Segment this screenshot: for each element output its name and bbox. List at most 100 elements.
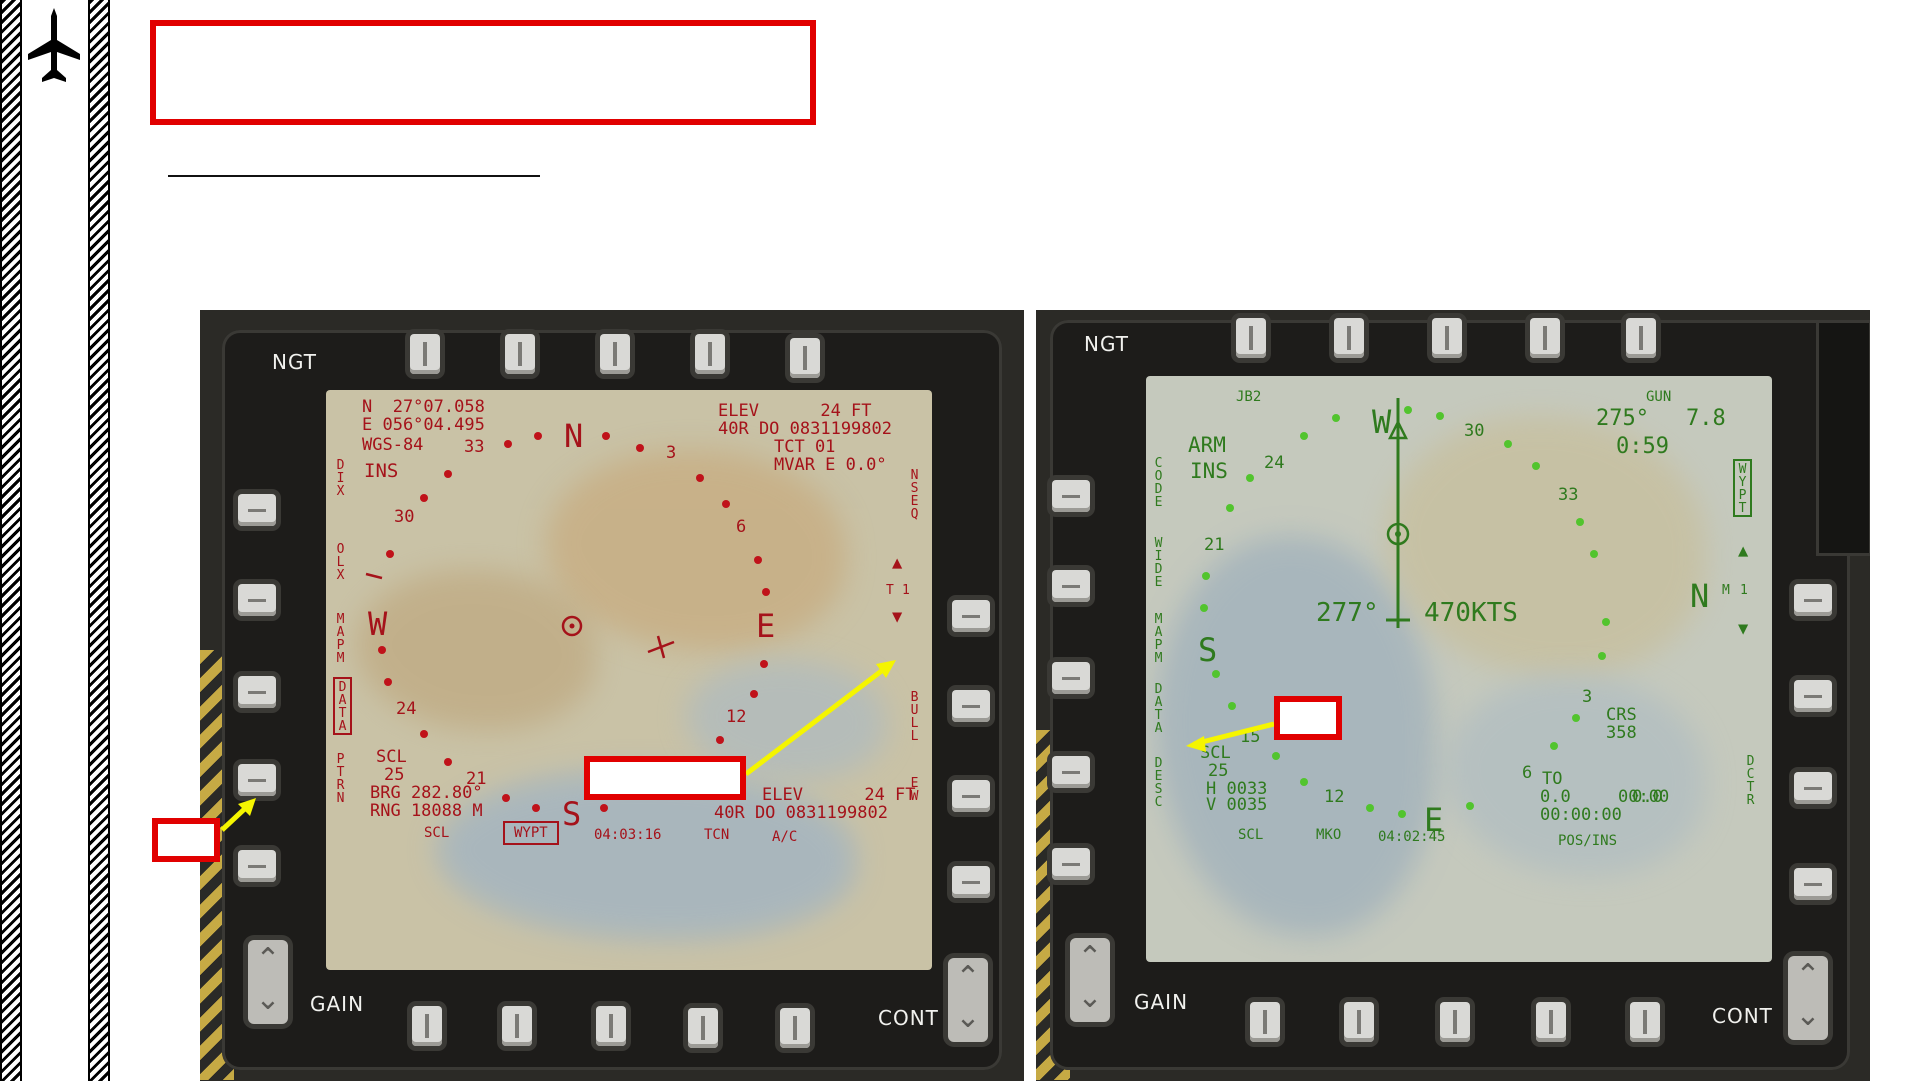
scl-value: 25 bbox=[1208, 761, 1229, 781]
osb-left-2[interactable] bbox=[238, 584, 276, 616]
rose-dot bbox=[1332, 414, 1340, 422]
cont-label: CONT bbox=[1712, 1004, 1773, 1028]
rose-dot bbox=[1602, 618, 1610, 626]
rose-dot bbox=[716, 736, 724, 744]
rose-dot bbox=[1300, 432, 1308, 440]
rose-dot bbox=[1366, 804, 1374, 812]
to-row-3: 00:00:00 bbox=[1540, 805, 1622, 825]
rose-dot bbox=[444, 758, 452, 766]
v-readout: V 0035 bbox=[1206, 795, 1268, 815]
rose-dot bbox=[1202, 572, 1210, 580]
osb-top-4[interactable] bbox=[695, 334, 725, 374]
osb-left-3[interactable] bbox=[238, 676, 276, 708]
osb-left-1[interactable] bbox=[238, 494, 276, 526]
osb-bottom-2[interactable] bbox=[502, 1006, 532, 1046]
rose-dot bbox=[1300, 778, 1308, 786]
osb-bottom-1[interactable] bbox=[412, 1006, 442, 1046]
tab-mko[interactable]: MKO bbox=[1316, 826, 1341, 844]
rose-dot bbox=[532, 804, 540, 812]
osb-left-data[interactable] bbox=[238, 764, 276, 796]
ngt-label: NGT bbox=[1084, 332, 1129, 356]
rose-dot bbox=[1590, 550, 1598, 558]
elev-readout-2: ELEV 24 FT bbox=[762, 785, 916, 805]
ngt-label: NGT bbox=[272, 350, 317, 374]
cont-rocker[interactable]: ⌃ ⌄ bbox=[948, 958, 988, 1042]
osb-right-4[interactable] bbox=[952, 866, 990, 898]
rose-dot bbox=[1398, 810, 1406, 818]
rose-dot bbox=[1466, 802, 1474, 810]
osb-right-2[interactable] bbox=[952, 690, 990, 722]
rose-dot bbox=[504, 440, 512, 448]
sidebar-hatch-right bbox=[88, 0, 110, 1081]
rose-dot bbox=[722, 500, 730, 508]
osb-left-1[interactable] bbox=[1052, 480, 1090, 512]
rose-dot bbox=[1246, 474, 1254, 482]
osb-top-5[interactable] bbox=[790, 338, 820, 378]
gain-label: GAIN bbox=[1134, 990, 1189, 1014]
osb-top-5[interactable] bbox=[1626, 318, 1656, 358]
rose-dot bbox=[386, 550, 394, 558]
osb-top-2[interactable] bbox=[505, 334, 535, 374]
osb-bottom-3[interactable] bbox=[1440, 1002, 1470, 1042]
rose-dot bbox=[1532, 462, 1540, 470]
osb-bottom-3[interactable] bbox=[596, 1006, 626, 1046]
tab-ac[interactable]: A/C bbox=[772, 828, 797, 846]
rose-dot bbox=[1572, 714, 1580, 722]
osb-bottom-2[interactable] bbox=[1344, 1002, 1374, 1042]
rose-dot bbox=[420, 730, 428, 738]
cont-rocker[interactable]: ⌃ ⌄ bbox=[1788, 956, 1828, 1040]
osb-top-2[interactable] bbox=[1334, 318, 1364, 358]
osb-left-5[interactable] bbox=[1052, 848, 1090, 880]
tab-clock: 04:02:45 bbox=[1378, 829, 1446, 845]
osb-bottom-1[interactable] bbox=[1250, 1002, 1280, 1042]
osb-top-4[interactable] bbox=[1530, 318, 1560, 358]
osb-top-1[interactable] bbox=[410, 334, 440, 374]
osb-bottom-5[interactable] bbox=[780, 1008, 810, 1048]
osb-top-3[interactable] bbox=[600, 334, 630, 374]
tab-pos-ins[interactable]: POS/INS bbox=[1558, 832, 1617, 850]
osb-left-2[interactable] bbox=[1052, 570, 1090, 602]
osb-right-3[interactable] bbox=[952, 780, 990, 812]
osb-bottom-4[interactable] bbox=[688, 1008, 718, 1048]
mfd-left-panel: NGT GAIN CONT ⌃ ⌄ ⌃ ⌄ N 27°07.058 E 056°04… bbox=[200, 310, 1024, 1081]
rose-dot bbox=[760, 660, 768, 668]
side-panel bbox=[1816, 320, 1870, 556]
gain-rocker[interactable]: ⌃ ⌄ bbox=[248, 940, 288, 1024]
osb-right-1[interactable] bbox=[952, 600, 990, 632]
rose-dot bbox=[762, 588, 770, 596]
tab-scl[interactable]: SCL bbox=[1238, 826, 1263, 844]
tab-wypt[interactable]: WYPT bbox=[503, 821, 559, 845]
osb-right-1[interactable] bbox=[1794, 584, 1832, 616]
cont-label: CONT bbox=[878, 1006, 939, 1030]
osb-top-3[interactable] bbox=[1432, 318, 1462, 358]
osb-bottom-4[interactable] bbox=[1536, 1002, 1566, 1042]
right-data-callout bbox=[1274, 696, 1342, 740]
crs-value: 358 bbox=[1606, 723, 1637, 743]
tab-tcn[interactable]: TCN bbox=[704, 826, 729, 844]
left-compass-rose bbox=[365, 572, 675, 659]
rose-dot bbox=[636, 444, 644, 452]
rose-dot bbox=[420, 494, 428, 502]
scl-value: 25 bbox=[384, 765, 405, 785]
osb-left-3[interactable] bbox=[1052, 662, 1090, 694]
rose-dot bbox=[1504, 440, 1512, 448]
osb-bottom-5[interactable] bbox=[1630, 1002, 1660, 1042]
osb-right-4[interactable] bbox=[1794, 868, 1832, 900]
mfd-right-screen: JB2 ARM INS GUN 275° 7.8 0:59 WYPT CODE … bbox=[1146, 376, 1772, 962]
osb-right-2[interactable] bbox=[1794, 680, 1832, 712]
subtitle-underline bbox=[168, 175, 540, 177]
rose-dot bbox=[502, 794, 510, 802]
gain-rocker[interactable]: ⌃ ⌄ bbox=[1070, 938, 1110, 1022]
target-readout-2: 40R DO 0831199802 bbox=[714, 803, 888, 823]
osb-top-1[interactable] bbox=[1236, 318, 1266, 358]
rose-dot bbox=[1226, 504, 1234, 512]
rose-dot bbox=[1200, 604, 1208, 612]
tab-scl[interactable]: SCL bbox=[424, 824, 449, 842]
osb-left-data[interactable] bbox=[1052, 756, 1090, 788]
osb-left-5[interactable] bbox=[238, 850, 276, 882]
osb-right-3[interactable] bbox=[1794, 772, 1832, 804]
gain-label: GAIN bbox=[310, 992, 365, 1016]
rose-dot bbox=[1404, 406, 1412, 414]
sidebar-hatch-left bbox=[0, 0, 22, 1081]
rose-dot bbox=[444, 470, 452, 478]
